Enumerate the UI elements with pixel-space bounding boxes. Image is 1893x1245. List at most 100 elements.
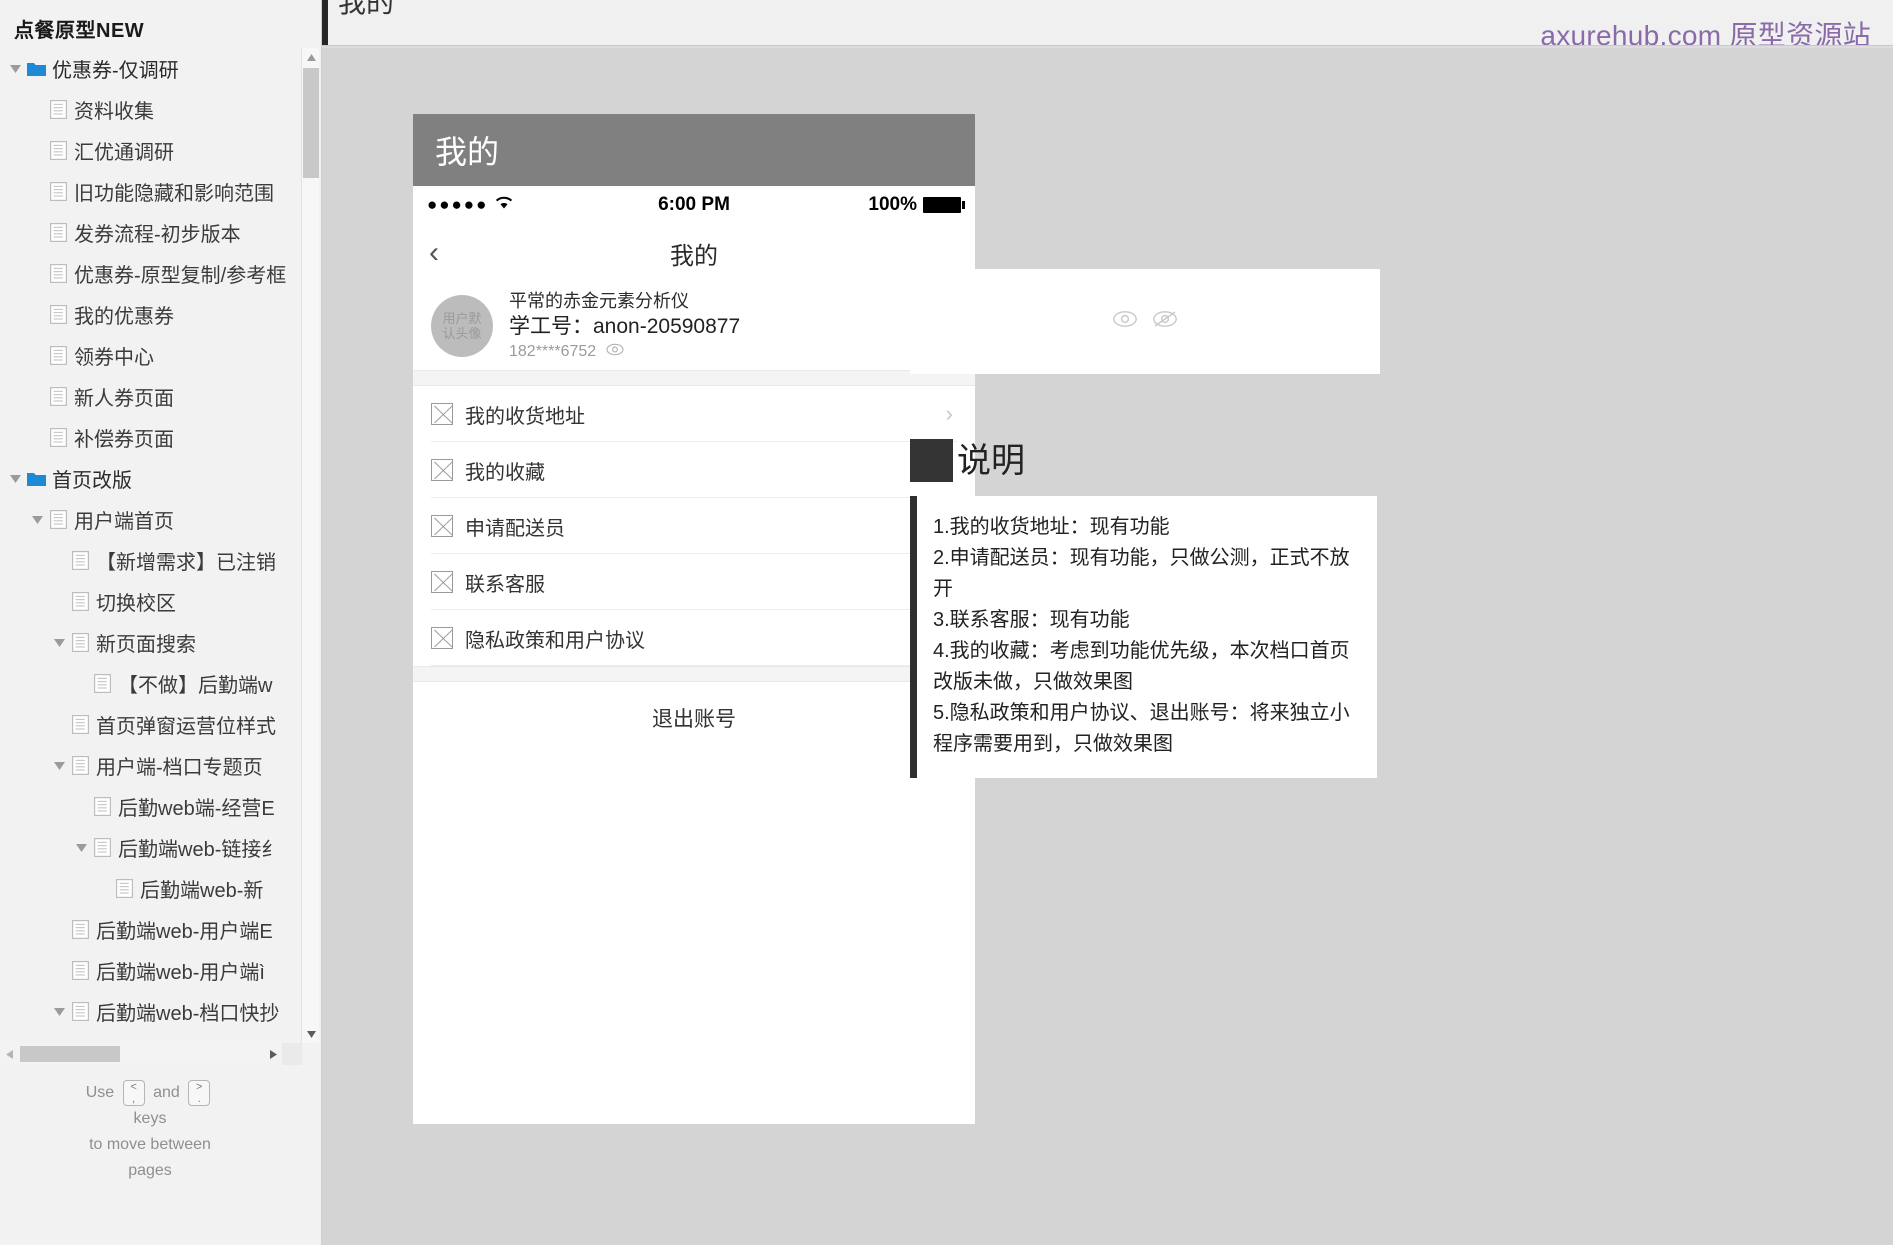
menu-item-label: 我的收藏: [465, 461, 545, 484]
tree-item-label: 用户端首页: [74, 511, 174, 533]
menu-item-2[interactable]: 申请配送员›: [413, 498, 975, 554]
eye-icon[interactable]: [606, 341, 624, 363]
page-icon: [90, 838, 114, 857]
app-root: 点餐原型NEW 优惠券-仅调研资料收集汇优通调研旧功能隐藏和影响范围 发券流程-初…: [0, 0, 1893, 1245]
page-icon: [68, 1002, 92, 1021]
tree-item-2[interactable]: 汇优通调研: [0, 130, 300, 171]
note-swatch: [910, 439, 953, 482]
chevron-down-icon[interactable]: [50, 745, 68, 786]
tree-item-18[interactable]: 后勤web端-经营E: [0, 786, 300, 827]
menu-item-1[interactable]: 我的收藏›: [413, 442, 975, 498]
sidebar-vertical-scrollbar[interactable]: [301, 48, 319, 1043]
sidebar-horizontal-scrollbar[interactable]: [0, 1043, 300, 1065]
menu-item-3[interactable]: 联系客服›: [413, 554, 975, 610]
note-line-2: 3.联系客服：现有功能: [933, 609, 1130, 631]
tree-item-label: 汇优通调研: [74, 142, 174, 164]
tree-item-label: 后勤web端-经营E: [118, 798, 275, 820]
scroll-left-arrow-icon[interactable]: [0, 1043, 18, 1065]
prev-key-glyph: <: [130, 1081, 137, 1093]
tree-item-21[interactable]: 后勤端web-用户端E: [0, 909, 300, 950]
signal-dots-icon: ●●●●●: [427, 195, 489, 214]
scroll-down-arrow-icon[interactable]: [302, 1025, 320, 1043]
eye-off-icon[interactable]: [1152, 310, 1178, 333]
menu-list[interactable]: 我的收货地址 › 我的收藏›申请配送员›联系客服›隐私政策和用户协议›: [413, 386, 975, 666]
scroll-up-arrow-icon[interactable]: [302, 48, 320, 66]
tree-item-1[interactable]: 资料收集: [0, 89, 300, 130]
page-icon: [46, 387, 70, 406]
tree-item-8[interactable]: 新人券页面: [0, 376, 300, 417]
tree-item-17[interactable]: 用户端-档口专题页: [0, 745, 300, 786]
next-page-key-icon: > .: [188, 1080, 211, 1106]
tree-item-23[interactable]: 后勤端web-档口快抄: [0, 991, 300, 1032]
tree-item-7[interactable]: 领券中心: [0, 335, 300, 376]
profile-section[interactable]: 用户默 认头像 平常的赤金元素分析仪 学工号：anon-20590877 182…: [413, 282, 975, 370]
note-title: 说明: [957, 441, 1025, 480]
tree-item-3[interactable]: 旧功能隐藏和影响范围: [0, 171, 300, 212]
tree-item-label: 首页弹窗运营位样式: [96, 716, 276, 738]
scroll-right-arrow-icon[interactable]: [264, 1043, 282, 1065]
page-tree[interactable]: 优惠券-仅调研资料收集汇优通调研旧功能隐藏和影响范围 发券流程-初步版本 优惠券-原…: [0, 48, 300, 1043]
placeholder-image-icon: [431, 627, 453, 649]
tree-item-19[interactable]: 后勤端web-链接纟: [0, 827, 300, 868]
menu-item-0[interactable]: 我的收货地址 ›: [413, 386, 975, 442]
chevron-down-icon[interactable]: [50, 622, 68, 663]
chevron-down-icon[interactable]: [6, 458, 24, 499]
status-bar: ●●●●● 6:00 PM 100%: [413, 186, 975, 224]
placeholder-image-icon: [431, 571, 453, 593]
tree-item-label: 领券中心: [74, 347, 154, 369]
hint-line-4: pages: [128, 1162, 172, 1180]
tree-item-14[interactable]: 新页面搜索: [0, 622, 300, 663]
tree-item-label: 新人券页面: [74, 388, 174, 410]
tree-item-12[interactable]: 【新增需求】已注销: [0, 540, 300, 581]
tree-item-label: 资料收集: [74, 101, 154, 123]
tree-item-13[interactable]: 切换校区: [0, 581, 300, 622]
sidebar-hscroll-thumb[interactable]: [20, 1046, 120, 1062]
note-header: 说明: [910, 439, 1025, 482]
battery-icon: [923, 197, 965, 213]
menu-item-4[interactable]: 隐私政策和用户协议›: [413, 610, 975, 666]
scrollbar-corner: [282, 1043, 302, 1065]
page-icon: [68, 715, 92, 734]
tree-item-6[interactable]: 我的优惠券: [0, 294, 300, 335]
tree-item-4[interactable]: 发券流程-初步版本: [0, 212, 300, 253]
tree-item-label: 首页改版: [52, 470, 132, 492]
tree-item-15[interactable]: 【不做】后勤端w: [0, 663, 300, 704]
eye-icon[interactable]: [1112, 310, 1138, 333]
page-icon: [112, 879, 136, 898]
logout-button[interactable]: 退出账号: [413, 682, 975, 754]
status-left: ●●●●●: [427, 194, 605, 216]
sidebar: 点餐原型NEW 优惠券-仅调研资料收集汇优通调研旧功能隐藏和影响范围 发券流程-初…: [0, 0, 322, 1245]
page-icon: [46, 100, 70, 119]
phone-screen: ●●●●● 6:00 PM 100% ‹ 我的 用户默 认头像 平常的赤金元素分…: [413, 186, 975, 1124]
tree-item-24[interactable]: 后勤端web-档口ì: [0, 1032, 300, 1043]
chevron-down-icon[interactable]: [50, 991, 68, 1032]
logout-label: 退出账号: [652, 708, 736, 731]
tree-item-label: 【不做】后勤端w: [118, 675, 273, 697]
tree-item-label: 我的优惠券: [74, 306, 174, 328]
tree-item-10[interactable]: 首页改版: [0, 458, 300, 499]
page-icon: [46, 141, 70, 160]
sidebar-scroll-thumb[interactable]: [303, 68, 319, 178]
project-title: 点餐原型NEW: [14, 20, 145, 42]
chevron-down-icon[interactable]: [72, 827, 90, 868]
tree-item-label: 后勤端web-链接纟: [118, 839, 282, 861]
tree-item-11[interactable]: 用户端首页: [0, 499, 300, 540]
tree-item-label: 后勤端web-用户端ì: [96, 962, 265, 984]
menu-item-label: 隐私政策和用户协议: [465, 629, 645, 652]
tree-item-16[interactable]: 首页弹窗运营位样式: [0, 704, 300, 745]
tree-item-label: 切换校区: [96, 593, 176, 615]
tree-item-5[interactable]: 优惠券-原型复制/参考框: [0, 253, 300, 294]
tree-item-9[interactable]: 补偿券页面: [0, 417, 300, 458]
back-chevron-icon[interactable]: ‹: [429, 238, 439, 268]
page-icon: [46, 305, 70, 324]
tree-item-0[interactable]: 优惠券-仅调研: [0, 48, 300, 89]
chevron-down-icon[interactable]: [28, 499, 46, 540]
tree-item-20[interactable]: 后勤端web-新: [0, 868, 300, 909]
page-icon: [46, 223, 70, 242]
next-key-glyph: >: [196, 1081, 203, 1093]
note-line-3: 4.我的收藏：考虑到功能优先级，本次档口首页改版未做，只做效果图: [933, 640, 1350, 693]
tree-item-22[interactable]: 后勤端web-用户端ì: [0, 950, 300, 991]
folder-icon: [24, 61, 48, 77]
nav-bar: ‹ 我的: [413, 224, 975, 282]
chevron-down-icon[interactable]: [6, 48, 24, 89]
